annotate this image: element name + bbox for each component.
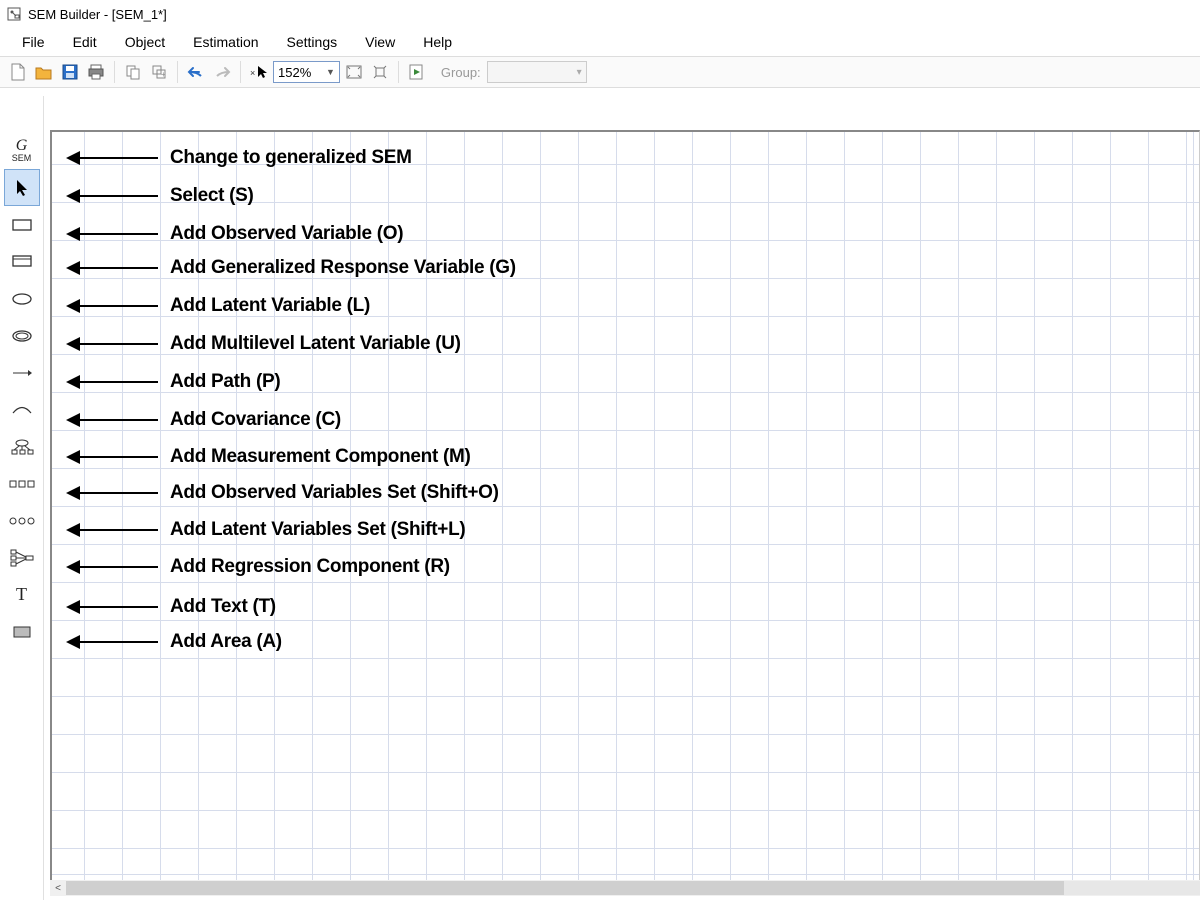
menu-view[interactable]: View	[351, 30, 409, 54]
tool-observed-set[interactable]	[4, 465, 40, 502]
tool-select[interactable]	[4, 169, 40, 206]
annotation-label: Add Covariance (C)	[170, 409, 341, 431]
fit-window-icon[interactable]	[342, 60, 366, 84]
annotation: Add Observed Variables Set (Shift+O)	[68, 482, 499, 504]
arrow-icon	[68, 606, 158, 608]
menu-estimation[interactable]: Estimation	[179, 30, 272, 54]
toolbar: + × ▼ Group: ▾	[0, 56, 1200, 88]
menu-help[interactable]: Help	[409, 30, 466, 54]
annotation: Add Area (A)	[68, 631, 282, 653]
pointer-tool-icon[interactable]: ×	[247, 60, 271, 84]
tool-path[interactable]	[4, 354, 40, 391]
annotation: Add Generalized Response Variable (G)	[68, 257, 516, 279]
arrow-icon	[68, 566, 158, 568]
duplicate-icon[interactable]: +	[147, 60, 171, 84]
arrow-icon	[68, 456, 158, 458]
save-icon[interactable]	[58, 60, 82, 84]
arrow-icon	[68, 233, 158, 235]
tool-multilevel-latent[interactable]	[4, 317, 40, 354]
title-bar: SEM Builder - [SEM_1*]	[0, 0, 1200, 28]
annotation-label: Add Text (T)	[170, 596, 276, 618]
annotation: Add Latent Variable (L)	[68, 295, 370, 317]
annotation-label: Add Latent Variable (L)	[170, 295, 370, 317]
app-icon	[6, 6, 22, 22]
undo-icon[interactable]	[184, 60, 208, 84]
window-title: SEM Builder - [SEM_1*]	[28, 7, 167, 22]
annotation: Select (S)	[68, 185, 254, 207]
canvas[interactable]: Change to generalized SEM Select (S) Add…	[50, 130, 1200, 880]
tool-gsem[interactable]: G SEM	[4, 132, 40, 169]
annotation-label: Add Latent Variables Set (Shift+L)	[170, 519, 465, 541]
print-icon[interactable]	[84, 60, 108, 84]
tool-observed-var[interactable]	[4, 206, 40, 243]
arrow-icon	[68, 157, 158, 159]
annotation-label: Add Regression Component (R)	[170, 556, 450, 578]
menu-edit[interactable]: Edit	[59, 30, 111, 54]
canvas-wrap: Change to generalized SEM Select (S) Add…	[44, 96, 1200, 900]
run-icon[interactable]	[405, 60, 429, 84]
chevron-down-icon[interactable]: ▼	[326, 67, 335, 77]
annotation-label: Change to generalized SEM	[170, 147, 412, 169]
group-dropdown[interactable]: ▾	[487, 61, 587, 83]
annotation: Add Covariance (C)	[68, 409, 341, 431]
redo-icon[interactable]	[210, 60, 234, 84]
annotation-label: Add Measurement Component (M)	[170, 446, 471, 468]
annotation-label: Add Multilevel Latent Variable (U)	[170, 333, 461, 355]
new-icon[interactable]	[6, 60, 30, 84]
arrow-icon	[68, 419, 158, 421]
tool-measurement[interactable]	[4, 428, 40, 465]
annotation: Change to generalized SEM	[68, 147, 412, 169]
tool-latent-var[interactable]	[4, 280, 40, 317]
zoom-input[interactable]	[278, 65, 322, 80]
arrow-icon	[68, 381, 158, 383]
open-icon[interactable]	[32, 60, 56, 84]
copy-icon[interactable]	[121, 60, 145, 84]
tool-gen-response[interactable]	[4, 243, 40, 280]
annotation-label: Add Area (A)	[170, 631, 282, 653]
tool-area[interactable]	[4, 613, 40, 650]
annotation: Add Path (P)	[68, 371, 280, 393]
tool-regression[interactable]	[4, 539, 40, 576]
svg-text:×: ×	[250, 68, 255, 78]
group-label: Group:	[441, 65, 481, 80]
annotation-label: Add Observed Variable (O)	[170, 223, 403, 245]
arrow-icon	[68, 529, 158, 531]
menu-file[interactable]: File	[8, 30, 59, 54]
annotation-label: Add Observed Variables Set (Shift+O)	[170, 482, 499, 504]
arrow-icon	[68, 492, 158, 494]
menu-bar: File Edit Object Estimation Settings Vie…	[0, 28, 1200, 56]
tool-latent-set[interactable]	[4, 502, 40, 539]
annotation: Add Latent Variables Set (Shift+L)	[68, 519, 465, 541]
annotation: Add Measurement Component (M)	[68, 446, 471, 468]
annotation: Add Regression Component (R)	[68, 556, 450, 578]
menu-settings[interactable]: Settings	[273, 30, 352, 54]
svg-text:+: +	[161, 70, 166, 79]
arrow-icon	[68, 343, 158, 345]
annotation-label: Select (S)	[170, 185, 254, 207]
annotation-label: Add Generalized Response Variable (G)	[170, 257, 516, 279]
annotation: Add Multilevel Latent Variable (U)	[68, 333, 461, 355]
tool-covariance[interactable]	[4, 391, 40, 428]
tool-panel: G SEM	[0, 96, 44, 900]
tool-text[interactable]: T	[4, 576, 40, 613]
zoom-combo[interactable]: ▼	[273, 61, 340, 83]
annotation: Add Observed Variable (O)	[68, 223, 403, 245]
menu-object[interactable]: Object	[111, 30, 179, 54]
annotation: Add Text (T)	[68, 596, 276, 618]
arrow-icon	[68, 267, 158, 269]
arrow-icon	[68, 305, 158, 307]
annotation-label: Add Path (P)	[170, 371, 280, 393]
arrow-icon	[68, 195, 158, 197]
horizontal-scrollbar[interactable]: <	[50, 880, 1200, 896]
zoom-selection-icon[interactable]	[368, 60, 392, 84]
arrow-icon	[68, 641, 158, 643]
